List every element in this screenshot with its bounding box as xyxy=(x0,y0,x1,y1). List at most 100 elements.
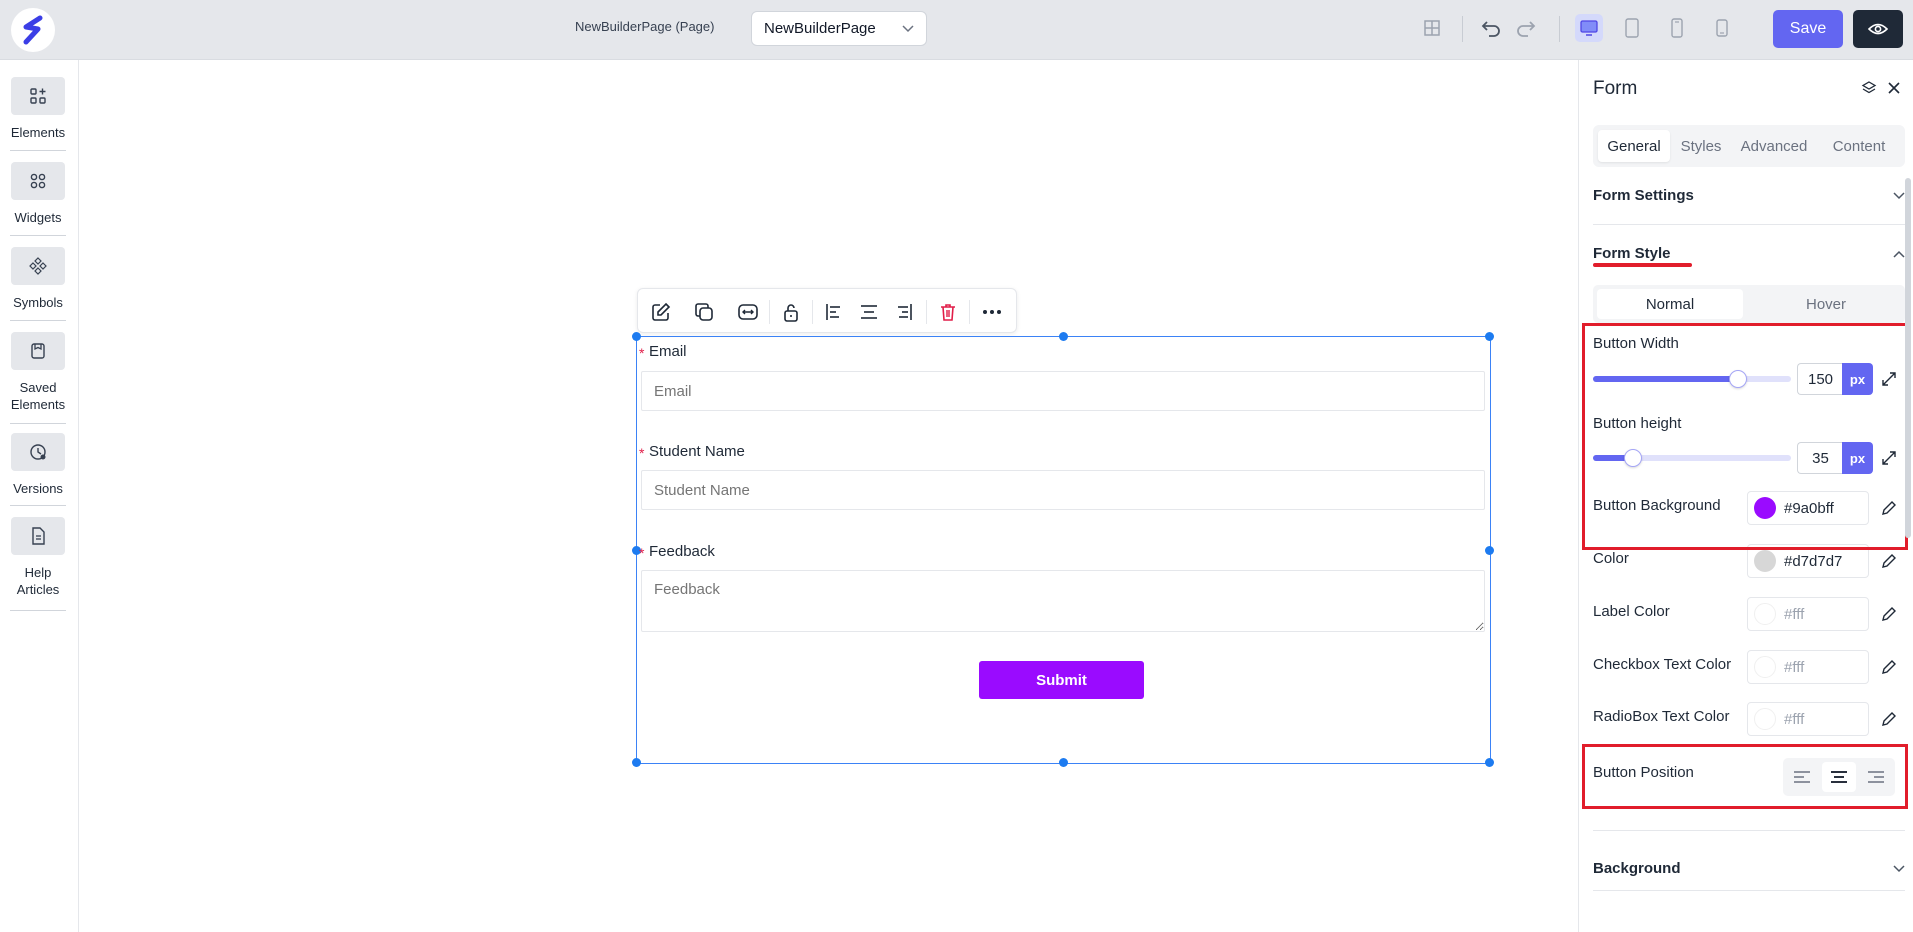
toolbar-divider xyxy=(769,300,770,324)
resize-handle[interactable] xyxy=(1059,758,1068,767)
toolbar-divider xyxy=(926,300,927,324)
panel-title: Form xyxy=(1593,78,1638,99)
chevron-down-icon xyxy=(1893,864,1905,872)
toolbar-divider xyxy=(969,300,970,324)
color-value: #fff xyxy=(1784,710,1805,728)
sidebar-divider xyxy=(10,320,66,321)
highlight-frame xyxy=(1582,744,1908,809)
resize-handle[interactable] xyxy=(1059,332,1068,341)
logo-icon xyxy=(23,15,43,45)
sidebar-item-label: Versions xyxy=(13,481,63,496)
scrollbar-thumb[interactable] xyxy=(1905,178,1911,538)
radiobox-text-color-label: RadioBox Text Color xyxy=(1593,708,1730,725)
selected-form[interactable]: * Email * Student Name * Feedback Submit xyxy=(632,332,1494,767)
tab-advanced[interactable]: Advanced xyxy=(1733,130,1815,162)
layers-icon[interactable] xyxy=(1859,78,1879,98)
background-section[interactable]: Background xyxy=(1593,860,1905,877)
eyedropper-icon[interactable] xyxy=(1879,551,1899,571)
tab-styles[interactable]: Styles xyxy=(1673,130,1729,162)
redo-icon[interactable] xyxy=(1514,16,1538,40)
form-style-section[interactable]: Form Style xyxy=(1593,245,1905,262)
state-hover[interactable]: Hover xyxy=(1753,289,1899,319)
eyedropper-icon[interactable] xyxy=(1879,657,1899,677)
radiobox-text-color-picker[interactable]: #fff xyxy=(1747,702,1869,736)
sidebar-item-saved-elements[interactable]: Saved Elements xyxy=(10,332,66,413)
section-divider xyxy=(1593,830,1905,831)
resize-handle[interactable] xyxy=(1485,758,1494,767)
sidebar-divider xyxy=(10,505,66,506)
undo-icon[interactable] xyxy=(1479,16,1503,40)
top-bar: NewBuilderPage (Page) NewBuilderPage Sav… xyxy=(0,0,1913,60)
sidebar-divider xyxy=(10,423,66,424)
toolbar-divider xyxy=(1462,16,1463,42)
resize-handle[interactable] xyxy=(632,758,641,767)
desktop-view-icon[interactable] xyxy=(1575,14,1603,42)
tab-general[interactable]: General xyxy=(1598,130,1670,162)
panel-tabs: General Styles Advanced Content xyxy=(1593,125,1905,167)
elements-icon xyxy=(11,77,65,115)
unlock-icon[interactable] xyxy=(778,299,804,325)
email-label: Email xyxy=(649,343,687,360)
chevron-down-icon xyxy=(902,24,914,32)
more-options-icon[interactable] xyxy=(979,299,1005,325)
align-left-icon[interactable] xyxy=(821,299,847,325)
resize-handle[interactable] xyxy=(1485,332,1494,341)
sidebar-item-label: Elements xyxy=(10,125,66,140)
builder-canvas[interactable]: * Email * Student Name * Feedback Submit xyxy=(80,60,1577,932)
feedback-textarea[interactable] xyxy=(641,570,1485,632)
sidebar-item-label: Saved Elements xyxy=(10,380,66,412)
sidebar-item-symbols[interactable]: Symbols xyxy=(10,247,66,311)
color-swatch xyxy=(1754,550,1776,572)
email-input[interactable] xyxy=(641,371,1485,411)
tablet-view-icon[interactable] xyxy=(1620,16,1644,40)
duplicate-icon[interactable] xyxy=(691,299,717,325)
required-mark: * xyxy=(639,445,645,461)
color-swatch xyxy=(1754,708,1776,730)
section-divider xyxy=(1593,890,1905,891)
color-label: Color xyxy=(1593,550,1629,567)
color-swatch xyxy=(1754,656,1776,678)
eyedropper-icon[interactable] xyxy=(1879,709,1899,729)
page-select[interactable]: NewBuilderPage xyxy=(751,11,927,46)
properties-panel: Form General Styles Advanced Content For… xyxy=(1578,60,1913,932)
preview-button[interactable] xyxy=(1853,10,1903,48)
save-button[interactable]: Save xyxy=(1773,10,1843,48)
eye-icon xyxy=(1868,23,1888,35)
resize-width-icon[interactable] xyxy=(735,299,761,325)
sidebar-item-elements[interactable]: Elements xyxy=(10,77,66,141)
page-label: NewBuilderPage (Page) xyxy=(575,19,715,34)
mobile-landscape-icon[interactable] xyxy=(1665,16,1689,40)
tab-content[interactable]: Content xyxy=(1819,130,1899,162)
close-icon[interactable] xyxy=(1884,78,1904,98)
resize-handle[interactable] xyxy=(1485,546,1494,555)
page-select-value: NewBuilderPage xyxy=(764,20,876,37)
widgets-icon xyxy=(11,162,65,200)
eyedropper-icon[interactable] xyxy=(1879,604,1899,624)
app-logo[interactable] xyxy=(11,8,55,52)
help-articles-icon xyxy=(11,517,65,555)
edit-icon[interactable] xyxy=(648,299,674,325)
color-value: #d7d7d7 xyxy=(1784,552,1843,570)
section-title: Form Settings xyxy=(1593,187,1694,204)
mobile-view-icon[interactable] xyxy=(1710,16,1734,40)
grid-layout-icon[interactable] xyxy=(1420,16,1444,40)
student-name-input[interactable] xyxy=(641,470,1485,510)
label-color-picker[interactable]: #fff xyxy=(1747,597,1869,631)
sidebar-item-label: Widgets xyxy=(14,210,62,225)
delete-icon[interactable] xyxy=(935,299,961,325)
align-right-icon[interactable] xyxy=(891,299,917,325)
sidebar-item-help-articles[interactable]: Help Articles xyxy=(10,517,66,598)
submit-button[interactable]: Submit xyxy=(979,661,1144,699)
color-value: #fff xyxy=(1784,605,1805,623)
color-swatch xyxy=(1754,603,1776,625)
checkbox-text-color-picker[interactable]: #fff xyxy=(1747,650,1869,684)
feedback-label: Feedback xyxy=(649,543,715,560)
form-settings-section[interactable]: Form Settings xyxy=(1593,187,1905,204)
sidebar-item-versions[interactable]: Versions xyxy=(10,433,66,497)
state-normal[interactable]: Normal xyxy=(1597,289,1743,319)
resize-handle[interactable] xyxy=(632,332,641,341)
align-center-icon[interactable] xyxy=(856,299,882,325)
panel-scrollbar[interactable] xyxy=(1905,178,1911,930)
sidebar-item-widgets[interactable]: Widgets xyxy=(10,162,66,226)
highlight-underline xyxy=(1593,263,1692,267)
